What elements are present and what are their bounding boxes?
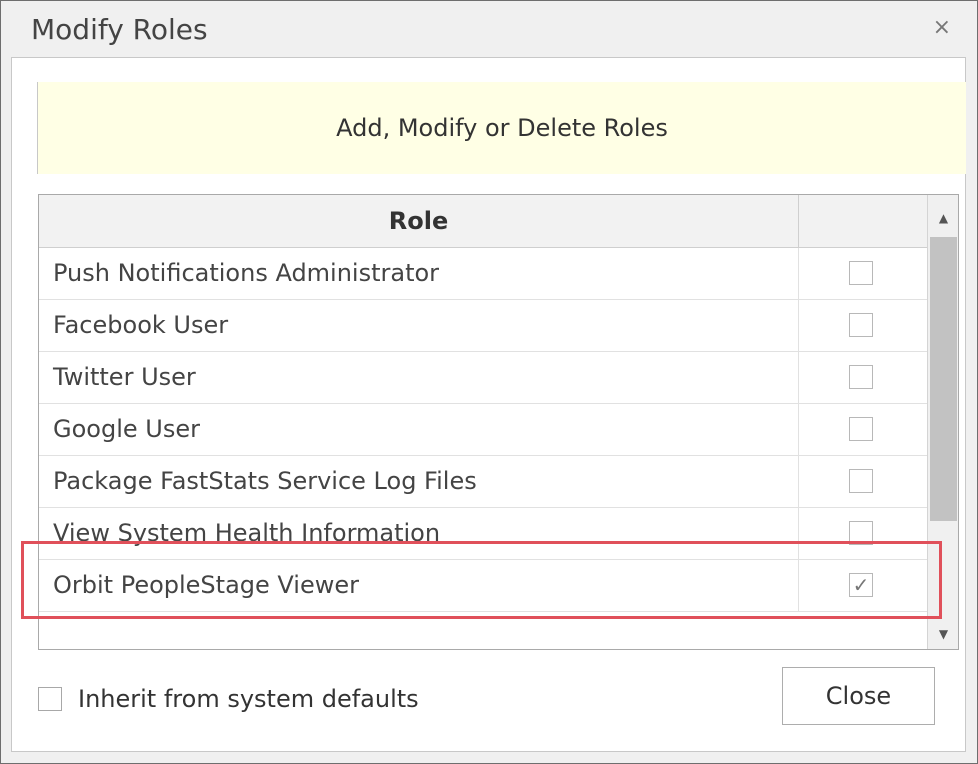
scroll-down-icon[interactable]: ▼ — [928, 619, 958, 649]
grid-header: Role — [39, 195, 927, 248]
instruction-banner: Add, Modify or Delete Roles — [37, 82, 966, 174]
table-row[interactable]: Facebook User — [39, 300, 927, 352]
role-checkbox[interactable]: ✓ — [849, 573, 873, 597]
dialog-content: Add, Modify or Delete Roles Role Push No… — [11, 57, 966, 752]
role-checkbox[interactable] — [849, 469, 873, 493]
title-bar[interactable]: Modify Roles × — [1, 1, 977, 57]
inherit-option[interactable]: Inherit from system defaults — [38, 684, 419, 714]
cell-divider — [798, 404, 799, 455]
cell-divider — [798, 300, 799, 351]
close-icon[interactable]: × — [933, 15, 951, 40]
role-checkbox[interactable] — [849, 313, 873, 337]
table-row[interactable]: Twitter User — [39, 352, 927, 404]
cell-divider — [798, 456, 799, 507]
role-label: Push Notifications Administrator — [53, 259, 440, 287]
role-label: View System Health Information — [53, 519, 441, 547]
role-checkbox[interactable] — [849, 521, 873, 545]
roles-grid: Role Push Notifications Administrator Fa… — [38, 194, 959, 650]
modify-roles-dialog: Modify Roles × Add, Modify or Delete Rol… — [0, 0, 978, 764]
table-row[interactable]: Push Notifications Administrator — [39, 248, 927, 300]
banner-text: Add, Modify or Delete Roles — [336, 114, 668, 142]
table-row[interactable]: Orbit PeopleStage Viewer ✓ — [39, 560, 927, 612]
dialog-title: Modify Roles — [31, 13, 208, 46]
vertical-scrollbar[interactable]: ▲ ▼ — [927, 195, 958, 649]
scroll-up-icon[interactable]: ▲ — [928, 203, 958, 233]
role-label: Orbit PeopleStage Viewer — [53, 571, 359, 599]
inherit-checkbox[interactable] — [38, 687, 62, 711]
role-checkbox[interactable] — [849, 261, 873, 285]
scrollbar-thumb[interactable] — [930, 237, 957, 521]
role-label: Package FastStats Service Log Files — [53, 467, 477, 495]
role-label: Facebook User — [53, 311, 229, 339]
role-checkbox[interactable] — [849, 417, 873, 441]
table-row[interactable]: Package FastStats Service Log Files — [39, 456, 927, 508]
column-header-checkbox[interactable] — [799, 195, 927, 247]
cell-divider — [798, 560, 799, 611]
roles-list: Push Notifications Administrator Faceboo… — [39, 248, 927, 612]
role-label: Google User — [53, 415, 200, 443]
cell-divider — [798, 508, 799, 559]
cell-divider — [798, 352, 799, 403]
column-header-role[interactable]: Role — [39, 195, 799, 247]
close-button[interactable]: Close — [782, 667, 935, 725]
table-row[interactable]: Google User — [39, 404, 927, 456]
table-row[interactable]: View System Health Information — [39, 508, 927, 560]
cell-divider — [798, 248, 799, 299]
checkmark-icon: ✓ — [852, 573, 870, 597]
inherit-label: Inherit from system defaults — [78, 685, 419, 713]
role-checkbox[interactable] — [849, 365, 873, 389]
role-label: Twitter User — [53, 363, 196, 391]
